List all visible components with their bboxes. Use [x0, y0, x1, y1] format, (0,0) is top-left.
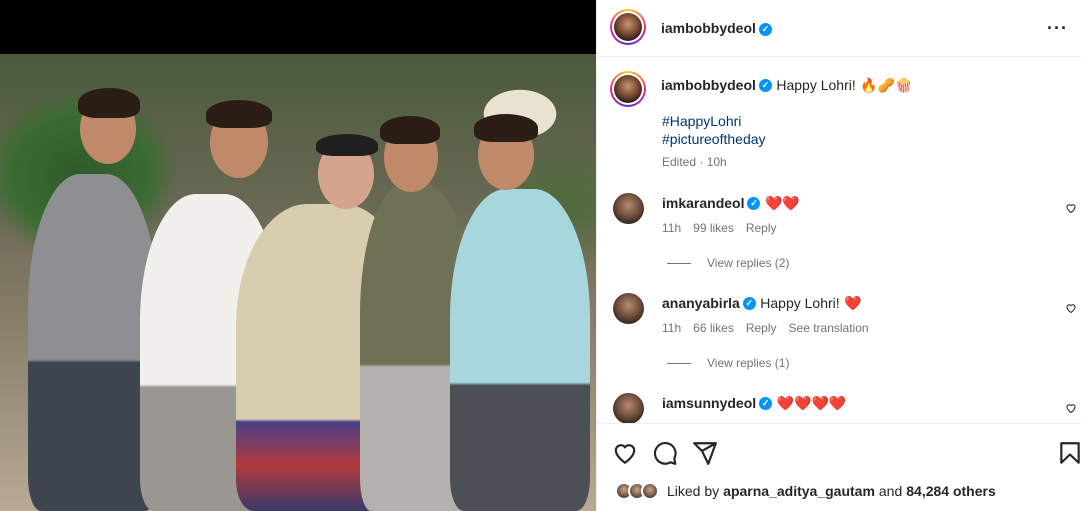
- comment-emojis: ❤️❤️❤️❤️: [776, 395, 847, 411]
- comment-reply[interactable]: Reply: [746, 221, 777, 235]
- liker-username[interactable]: aparna_aditya_gautam: [723, 483, 875, 499]
- comment-avatar[interactable]: [613, 293, 644, 324]
- comment-username[interactable]: imkarandeol: [662, 195, 744, 211]
- likes-summary: Liked by aparna_aditya_gautam and 84,284…: [615, 482, 996, 500]
- view-replies-button[interactable]: View replies (2): [667, 256, 789, 270]
- comment-time: 11h: [662, 221, 682, 235]
- comment-text: Happy Lohri!: [760, 295, 840, 311]
- comment-time: 11h: [662, 321, 682, 335]
- heart-icon[interactable]: [1065, 402, 1077, 414]
- comment-username[interactable]: ananyabirla: [662, 295, 740, 311]
- comment-username[interactable]: iamsunnydeol: [662, 395, 756, 411]
- comment-1: imkarandeol ✓ ❤️❤️: [662, 195, 800, 213]
- heart-icon[interactable]: [1065, 202, 1077, 214]
- caption-emojis: 🔥🥜🍿: [860, 77, 913, 93]
- comment-3: iamsunnydeol ✓ ❤️❤️❤️❤️: [662, 395, 846, 413]
- liker-avatars: [615, 482, 659, 500]
- edited-timestamp: Edited · 10h: [662, 155, 727, 169]
- instagram-post-view: iambobbydeol ✓ ··· iambobbydeol ✓ Happy Lo…: [0, 0, 1081, 511]
- post-header: iambobbydeol ✓ ···: [597, 0, 1081, 57]
- verified-icon: ✓: [759, 397, 773, 411]
- comment-avatar[interactable]: [613, 393, 644, 424]
- comment-emojis: ❤️❤️: [764, 195, 800, 211]
- comment-reply[interactable]: Reply: [746, 321, 777, 335]
- caption: iambobbydeol ✓ Happy Lohri! 🔥🥜🍿: [661, 77, 913, 95]
- share-icon[interactable]: [692, 440, 718, 466]
- likes-others[interactable]: 84,284 others: [906, 483, 996, 499]
- caption-text: Happy Lohri!: [776, 77, 856, 93]
- likes-joiner: and: [878, 483, 903, 499]
- heart-icon[interactable]: [612, 440, 638, 466]
- group-photo: [0, 54, 596, 511]
- comment-likes[interactable]: 99 likes: [693, 221, 734, 235]
- more-icon[interactable]: ···: [1047, 18, 1068, 39]
- comment-meta: 11h 99 likes Reply: [662, 221, 789, 235]
- comment-avatar[interactable]: [613, 193, 644, 224]
- caption-author-avatar[interactable]: [610, 71, 646, 107]
- heart-icon[interactable]: [1065, 302, 1077, 314]
- caption-username[interactable]: iambobbydeol: [661, 77, 756, 93]
- comment-2: ananyabirla ✓ Happy Lohri! ❤️: [662, 295, 862, 313]
- verified-icon: ✓: [742, 297, 756, 311]
- verified-icon: ✓: [758, 22, 772, 36]
- comment-emojis: ❤️: [844, 295, 862, 311]
- hashtag-happylohri[interactable]: #HappyLohri: [662, 113, 741, 129]
- see-translation[interactable]: See translation: [789, 321, 869, 335]
- post-side-panel: iambobbydeol ✓ ··· iambobbydeol ✓ Happy Lo…: [596, 0, 1081, 511]
- comment-meta: 11h 66 likes Reply See translation: [662, 321, 881, 335]
- bookmark-icon[interactable]: [1057, 440, 1081, 466]
- verified-icon: ✓: [747, 197, 761, 211]
- post-media[interactable]: [0, 0, 596, 511]
- hashtag-pictureoftheday[interactable]: #pictureoftheday: [662, 131, 766, 147]
- verified-icon: ✓: [758, 79, 772, 93]
- comment-likes[interactable]: 66 likes: [693, 321, 734, 335]
- author-avatar[interactable]: [610, 9, 646, 45]
- author-username[interactable]: iambobbydeol ✓: [661, 20, 772, 36]
- view-replies-button[interactable]: View replies (1): [667, 356, 789, 370]
- likes-prefix: Liked by: [667, 483, 720, 499]
- comment-icon[interactable]: [652, 440, 678, 466]
